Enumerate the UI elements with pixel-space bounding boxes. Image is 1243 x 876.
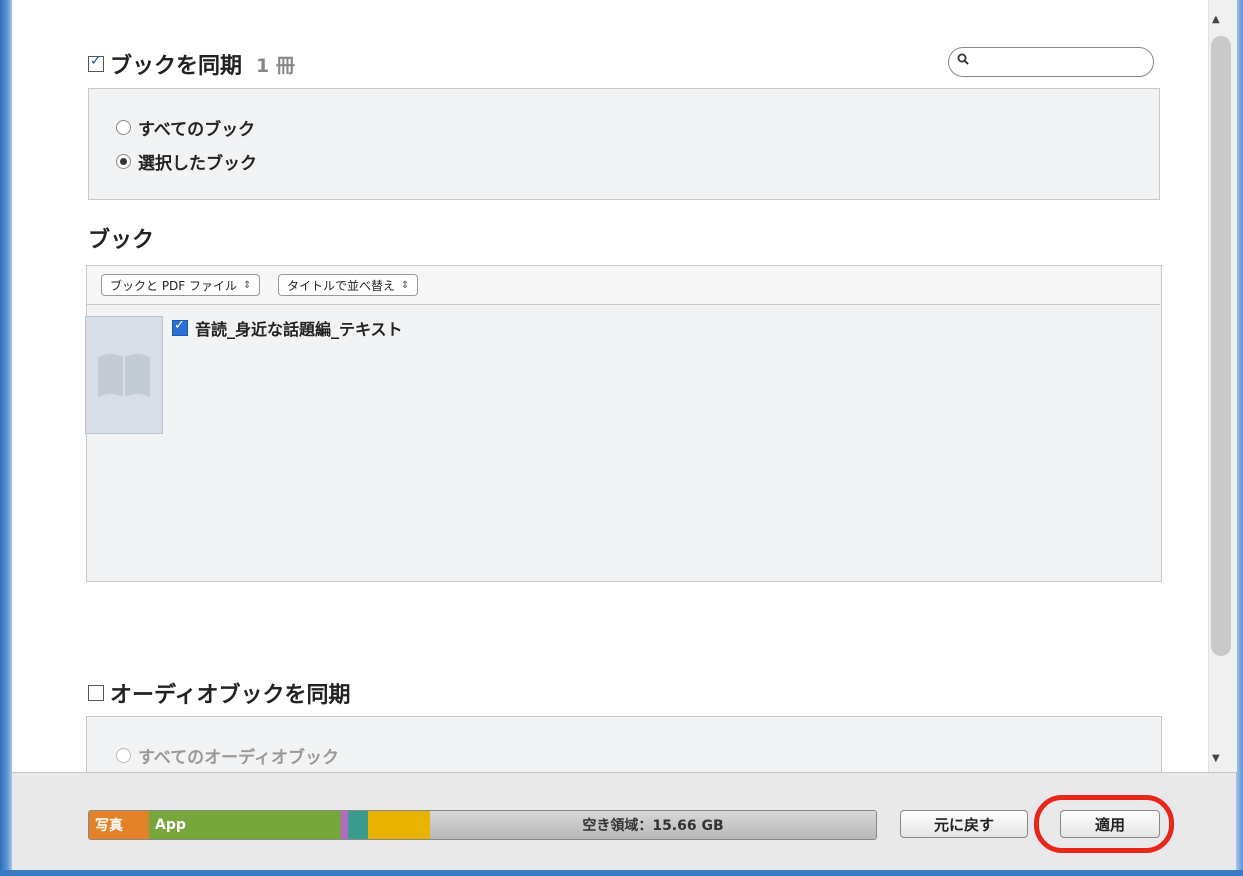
search-input[interactable]	[948, 47, 1154, 77]
sync-audiobooks-header: オーディオブックを同期	[88, 677, 350, 709]
capacity-segment-other3	[368, 811, 430, 839]
chevron-updown-icon: ⇕	[243, 279, 252, 291]
search-icon	[957, 53, 969, 65]
book-list-item[interactable]: 音読_身近な話題編_テキスト	[172, 316, 403, 340]
chevron-updown-icon: ⇕	[401, 279, 410, 291]
highlight-annotation	[1034, 795, 1174, 853]
window-frame-right	[1236, 0, 1243, 876]
window-frame-bottom	[0, 870, 1243, 876]
capacity-photos-label: 写真	[95, 818, 123, 834]
radio-all-books[interactable]: すべてのブック	[116, 115, 255, 140]
radio-button[interactable]	[116, 154, 131, 169]
radio-selected-books-label: 選択したブック	[138, 154, 257, 174]
sync-books-checkbox[interactable]	[88, 53, 104, 72]
sync-books-header: ブックを同期 1 冊	[88, 48, 295, 80]
capacity-segment-other1	[341, 811, 348, 839]
sync-books-title: ブックを同期	[110, 54, 243, 79]
window-frame-left	[0, 0, 12, 876]
book-checkbox[interactable]	[172, 318, 188, 336]
sync-audiobooks-checkbox[interactable]	[88, 685, 104, 701]
radio-all-audiobooks-label: すべてのオーディオブック	[138, 748, 339, 768]
books-list-heading: ブック	[88, 222, 154, 254]
books-list-heading-text: ブック	[88, 228, 155, 253]
capacity-segment-app: App	[149, 811, 341, 839]
sort-popup-label: タイトルで並べ替え	[287, 278, 396, 293]
books-options-panel	[88, 88, 1160, 200]
free-space-label: 空き領域：15.66 GB	[582, 818, 724, 834]
radio-button[interactable]	[116, 748, 131, 763]
capacity-segment-photos: 写真	[89, 811, 149, 839]
radio-button[interactable]	[116, 120, 131, 135]
book-title: 音読_身近な話題編_テキスト	[195, 320, 403, 339]
revert-button[interactable]: 元に戻す	[900, 810, 1028, 838]
radio-all-books-label: すべてのブック	[138, 120, 256, 140]
book-count: 1 冊	[256, 54, 295, 77]
capacity-segment-free: 空き領域：15.66 GB	[430, 811, 876, 839]
sort-popup[interactable]: タイトルで並べ替え ⇕	[278, 274, 419, 296]
books-list-panel	[86, 265, 1162, 582]
books-list-toolbar: ブックと PDF ファイル ⇕ タイトルで並べ替え ⇕	[87, 266, 1160, 305]
radio-all-audiobooks[interactable]: すべてのオーディオブック	[116, 743, 339, 768]
book-cover-icon[interactable]	[85, 316, 163, 434]
capacity-segment-other2	[348, 811, 368, 839]
capacity-bar: 写真 App 空き領域：15.66 GB	[88, 810, 877, 840]
sync-audiobooks-title: オーディオブックを同期	[110, 683, 351, 708]
scroll-down-arrow-icon[interactable]: ▼	[1212, 753, 1220, 764]
filter-popup[interactable]: ブックと PDF ファイル ⇕	[101, 274, 261, 296]
filter-popup-label: ブックと PDF ファイル	[110, 278, 238, 293]
radio-selected-books[interactable]: 選択したブック	[116, 149, 257, 174]
capacity-app-label: App	[155, 817, 186, 833]
scroll-up-arrow-icon[interactable]: ▲	[1212, 14, 1220, 25]
scrollbar-thumb[interactable]	[1211, 36, 1231, 656]
